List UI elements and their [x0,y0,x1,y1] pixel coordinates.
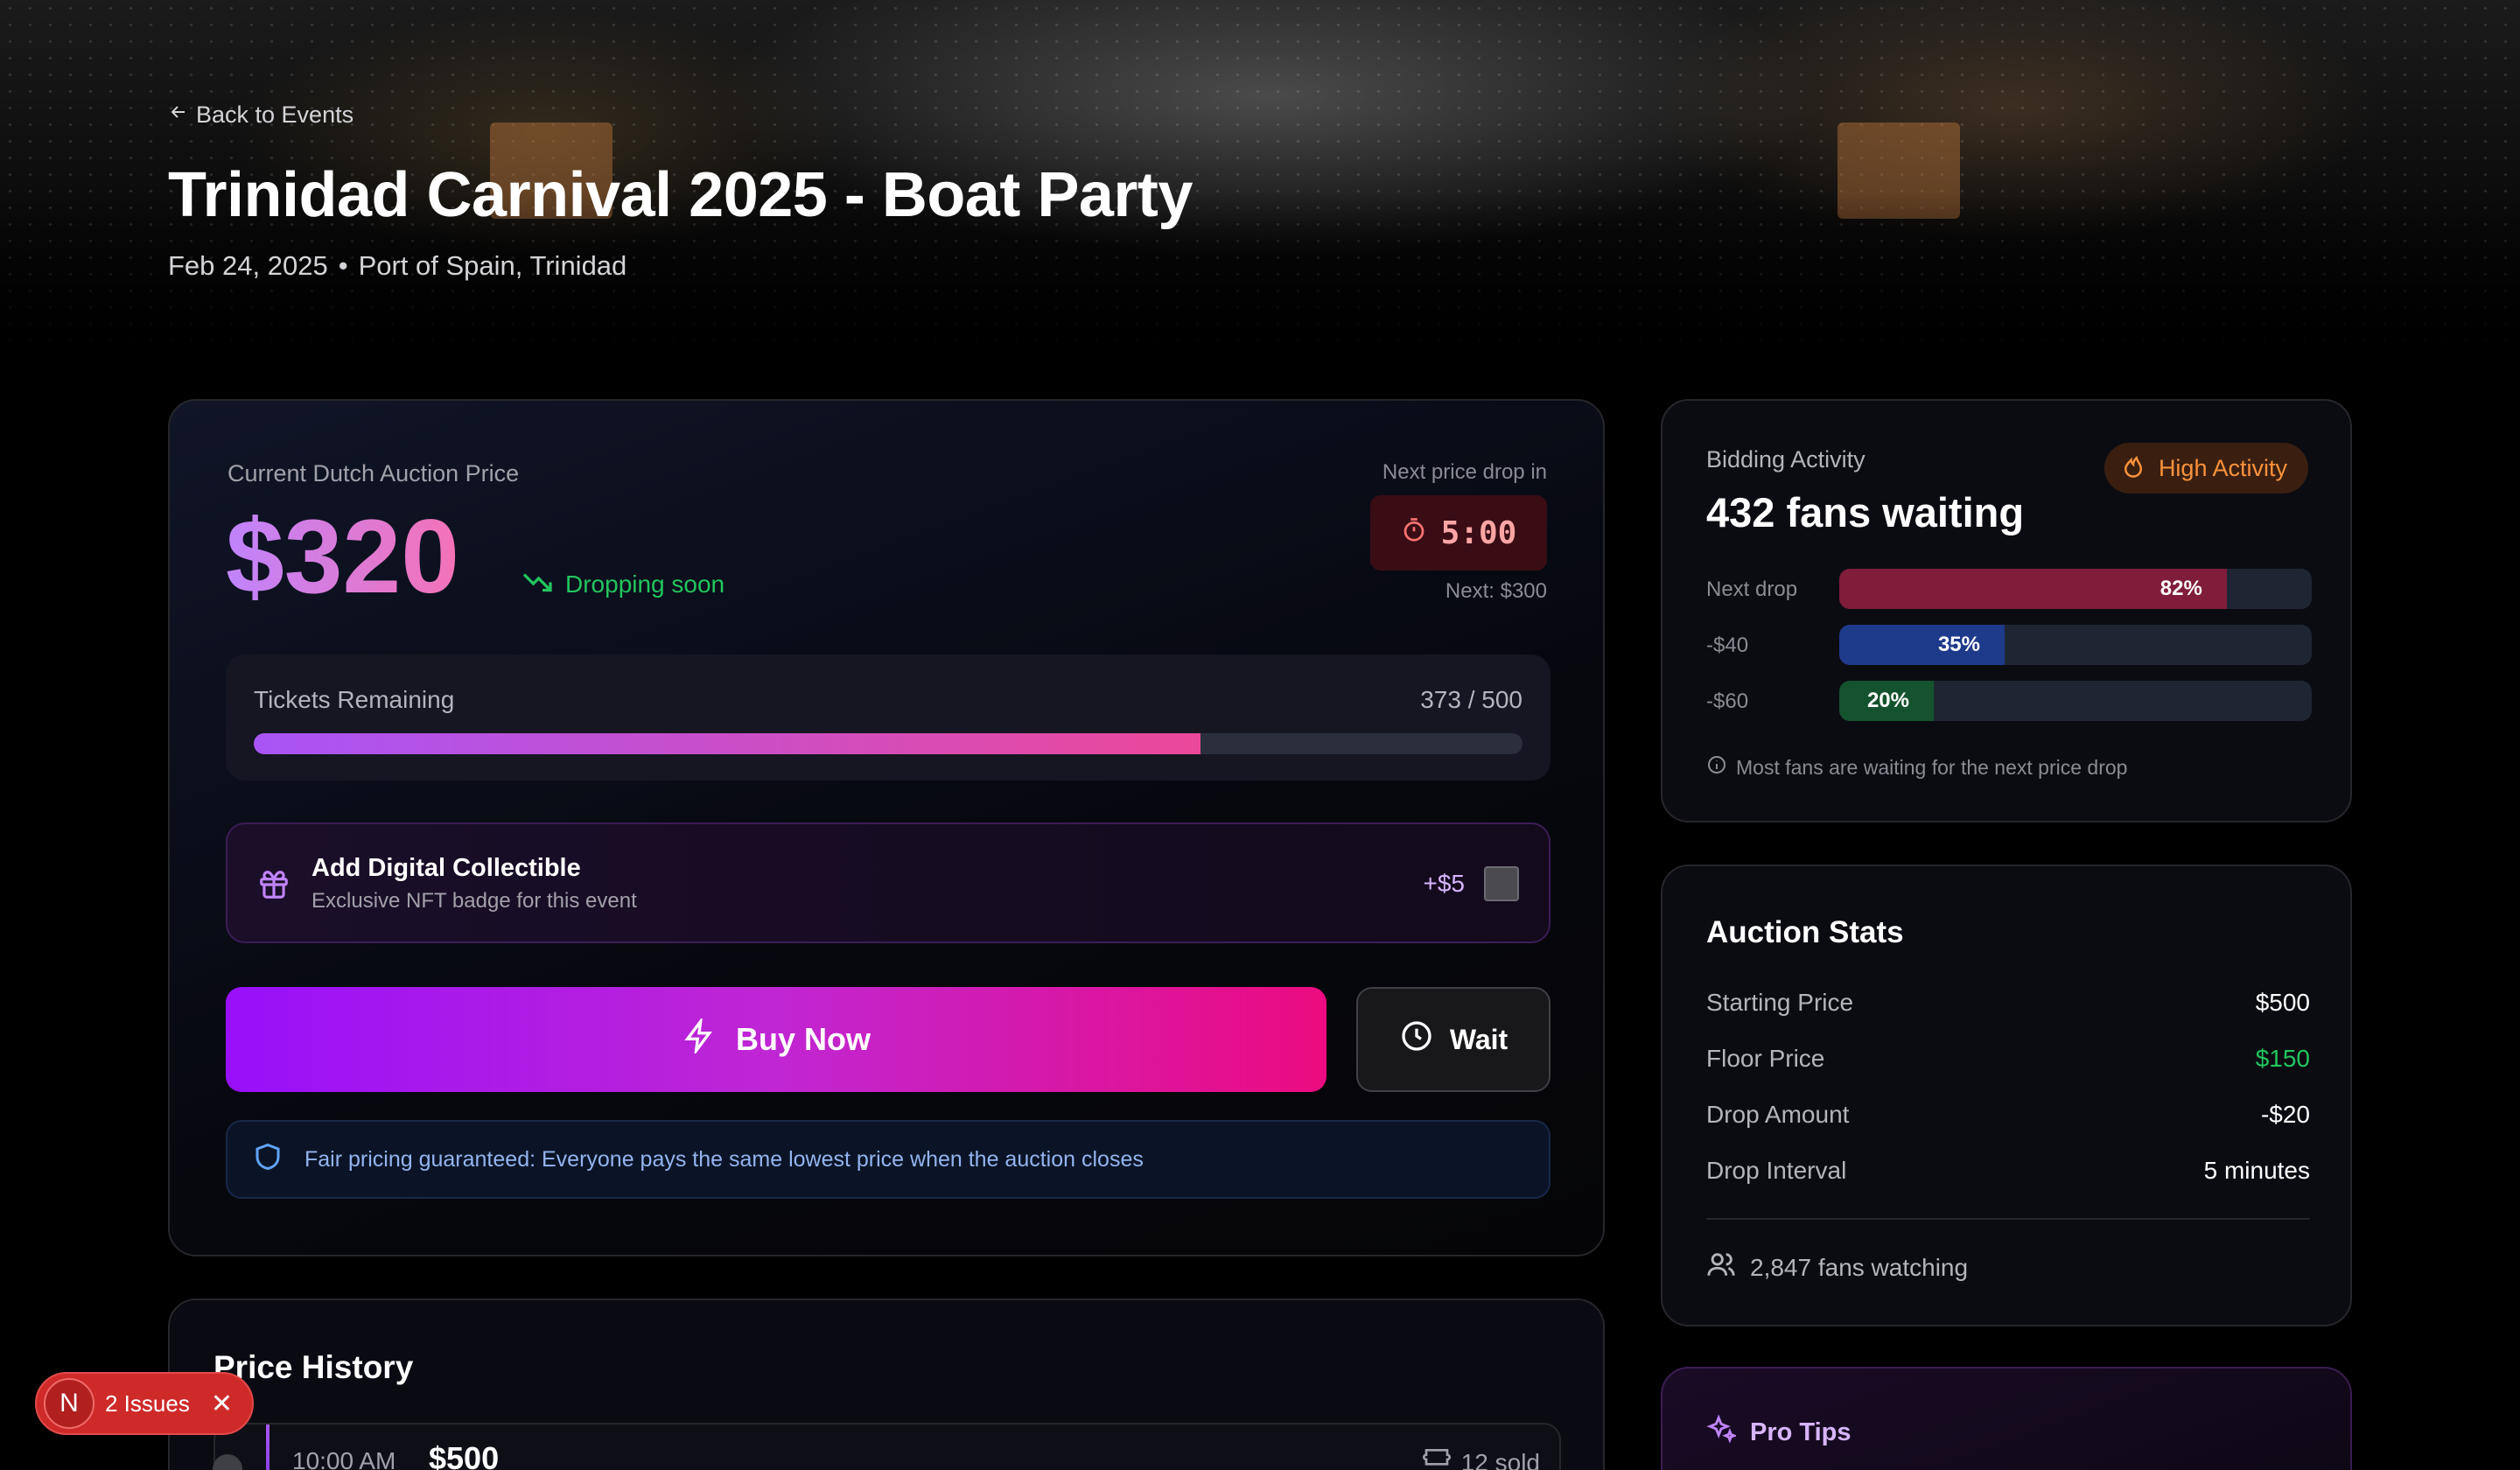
tickets-remaining-panel: Tickets Remaining 373 / 500 [226,654,1550,780]
digital-collectible-option[interactable]: Add Digital Collectible Exclusive NFT ba… [226,822,1550,943]
activity-percent: 35% [1937,633,1980,656]
tickets-count: 373 / 500 [1420,686,1522,713]
zap-icon [682,1015,717,1061]
countdown-timer: 5:00 [1370,495,1547,570]
stat-row: Drop Amount -$20 [1706,1101,2310,1129]
pro-tips-title: Pro Tips [1706,1414,1852,1451]
collectible-title: Add Digital Collectible [312,854,581,882]
pro-tips-card: Pro Tips [1661,1367,2352,1470]
activity-row-label: Next drop [1706,578,1798,601]
fair-pricing-text: Fair pricing guaranteed: Everyone pays t… [304,1146,1144,1172]
stat-key: Floor Price [1706,1045,1825,1072]
activity-label: Bidding Activity [1706,446,1866,472]
next-price: Next: $300 [1445,579,1547,603]
activity-percent: 82% [2160,577,2202,600]
collectible-price: +$5 [1423,870,1466,897]
tickets-label: Tickets Remaining [254,686,455,713]
stats-title: Auction Stats [1706,915,1904,949]
trending-down-icon [522,565,553,603]
history-row [214,1423,1561,1470]
fans-watching: 2,847 fans watching [1706,1250,1968,1285]
stat-value: $500 [2255,989,2310,1016]
activity-bar: 35% [1839,625,2312,665]
activity-row-label: -$40 [1706,634,1749,657]
stat-row: Floor Price $150 [1706,1045,2310,1073]
back-label: Back to Events [196,102,354,128]
history-time: 10:00 AM [292,1447,396,1470]
stat-value: 5 minutes [2203,1157,2310,1184]
history-sold-label: 12 sold [1460,1448,1540,1470]
activity-note-text: Most fans are waiting for the next price… [1736,755,2128,779]
event-location: Port of Spain, Trinidad [358,250,627,281]
history-price: $500 [429,1440,500,1470]
wait-button[interactable]: Wait [1356,987,1550,1092]
activity-bar-fill: 35% [1839,625,2005,665]
tickets-progress-fill [254,733,1200,754]
timer-icon [1401,515,1427,551]
collectible-subtitle: Exclusive NFT badge for this event [312,889,637,913]
ticket-icon [1422,1446,1451,1470]
back-to-events-link[interactable]: Back to Events [168,102,354,129]
timer-value: 5:00 [1440,514,1517,551]
tickets-progress-bar [254,733,1522,754]
gift-icon [257,868,290,906]
high-activity-badge: High Activity [2104,443,2308,494]
page-title: Trinidad Carnival 2025 - Boat Party [168,160,1193,230]
activity-percent: 20% [1866,689,1909,712]
auction-stats-card: Auction Stats Starting Price $500 Floor … [1661,864,2352,1326]
stat-value: -$20 [2260,1101,2310,1128]
bidding-activity-card: Bidding Activity 432 fans waiting High A… [1661,399,2352,822]
current-price: $320 [226,498,459,615]
next-logo-icon: N [44,1378,94,1429]
next-drop-label: Next price drop in [1382,460,1547,484]
history-sold: 12 sold [1422,1446,1540,1470]
event-meta: Feb 24, 2025 • Port of Spain, Trinidad [168,250,626,282]
arrow-left-icon [168,102,189,129]
users-icon [1706,1250,1736,1285]
stat-key: Starting Price [1706,989,1854,1016]
pro-tips-label: Pro Tips [1750,1418,1852,1446]
clock-icon [1399,1018,1434,1060]
activity-bar-fill: 20% [1839,681,1934,721]
activity-bar: 82% [1839,569,2312,609]
activity-row: -$60 20% [1706,681,2312,721]
price-label: Current Dutch Auction Price [228,460,520,486]
trend-label: Dropping soon [565,570,725,598]
collectible-checkbox[interactable] [1484,866,1519,901]
info-icon [1706,754,1727,780]
stat-key: Drop Amount [1706,1101,1850,1128]
auction-card: Current Dutch Auction Price $320 Droppin… [168,399,1605,1256]
close-icon[interactable]: ✕ [211,1389,233,1419]
fair-pricing-notice: Fair pricing guaranteed: Everyone pays t… [226,1120,1550,1199]
event-date: Feb 24, 2025 [168,250,328,281]
wait-label: Wait [1449,1023,1508,1055]
fans-watching-label: 2,847 fans watching [1750,1253,1969,1281]
price-history-card: Price History 10:00 AM $500 12 sold [168,1298,1605,1470]
buy-now-label: Buy Now [735,1021,871,1057]
stat-value: $150 [2255,1045,2310,1072]
badge-label: High Activity [2158,454,2287,481]
flame-icon [2120,452,2146,485]
shield-icon [252,1141,284,1179]
stat-row: Starting Price $500 [1706,989,2310,1017]
sparkles-icon [1706,1414,1738,1451]
stat-key: Drop Interval [1706,1157,1847,1184]
issues-indicator[interactable]: N 2 Issues ✕ [35,1372,254,1435]
buy-now-button[interactable]: Buy Now [226,987,1326,1092]
meta-separator: • [338,250,348,281]
activity-row: Next drop 82% [1706,569,2312,609]
timeline-line [266,1424,270,1470]
issues-label: 2 Issues [105,1390,190,1417]
stat-row: Drop Interval 5 minutes [1706,1157,2310,1185]
activity-row: -$40 35% [1706,625,2312,665]
activity-bar: 20% [1839,681,2312,721]
price-trend: Dropping soon [522,565,724,603]
activity-bar-fill: 82% [1839,569,2227,609]
activity-row-label: -$60 [1706,690,1749,713]
divider [1706,1218,2310,1220]
activity-note: Most fans are waiting for the next price… [1706,754,2127,780]
fans-waiting: 432 fans waiting [1706,489,2025,536]
